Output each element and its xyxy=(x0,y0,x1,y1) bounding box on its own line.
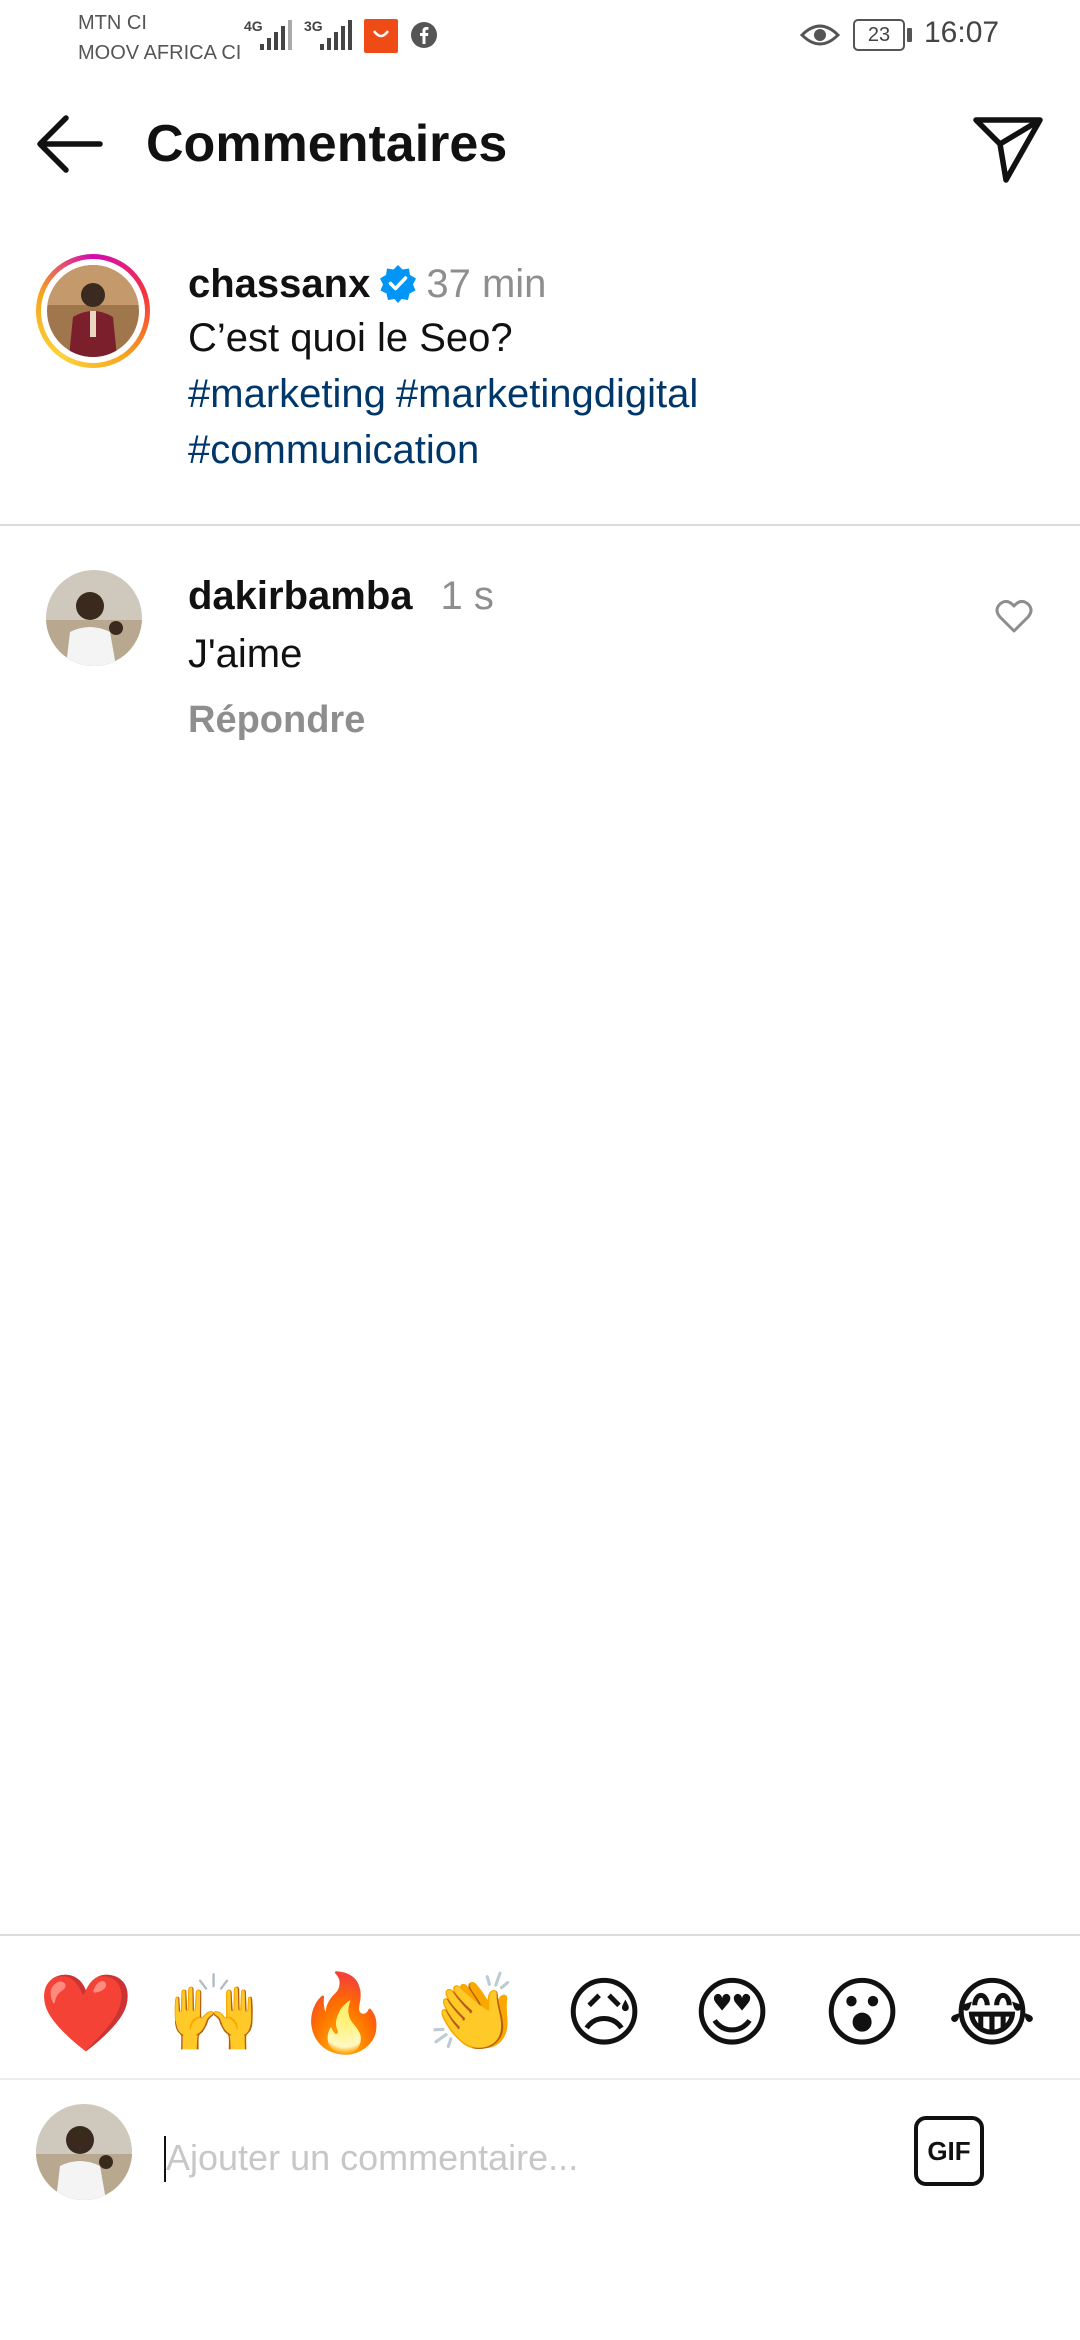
clock: 16:07 xyxy=(924,16,1000,49)
battery-level: 23 xyxy=(867,24,891,46)
comment-avatar[interactable] xyxy=(46,570,142,666)
comment-time: 1 s xyxy=(440,574,494,618)
back-button[interactable] xyxy=(30,112,110,176)
emoji-heart-eyes-button[interactable]: 😍 xyxy=(684,1966,780,2062)
aliexpress-icon xyxy=(364,19,398,53)
emoji-heart-button[interactable]: ❤️ xyxy=(38,1966,134,2062)
post-caption: chassanx 37 min C’est quoi le Seo? #mark… xyxy=(0,244,1080,524)
heart-outline-icon xyxy=(995,599,1033,633)
reply-button[interactable]: Répondre xyxy=(188,690,365,750)
paper-plane-icon xyxy=(973,117,1043,183)
hashtag-link[interactable]: #marketingdigital xyxy=(396,372,698,416)
caption-text: C’est quoi le Seo? xyxy=(188,316,513,360)
emoji-sad-button[interactable]: 😥 xyxy=(556,1966,652,2062)
emoji-surprised-button[interactable]: 😮 xyxy=(814,1966,910,2062)
comment-composer: GIF xyxy=(0,2090,1080,2220)
emoji-clapping-button[interactable]: 👏 xyxy=(426,1966,522,2062)
carrier-2: MOOV AFRICA CI xyxy=(78,42,242,64)
avatar-frame xyxy=(41,259,145,363)
gif-button[interactable]: GIF xyxy=(914,2116,984,2186)
hashtags: #marketing #marketingdigital #communicati… xyxy=(188,366,888,478)
emoji-fire-button[interactable]: 🔥 xyxy=(296,1966,392,2062)
share-button[interactable] xyxy=(970,110,1046,186)
caption-divider xyxy=(0,524,1080,526)
current-user-avatar xyxy=(36,2104,132,2200)
comment-item: dakirbamba 1 s J'aime Répondre xyxy=(0,560,1080,760)
carrier-names: MTN CI MOOV AFRICA CI xyxy=(78,8,241,68)
hashtag-link[interactable]: #marketing xyxy=(188,372,386,416)
like-button[interactable] xyxy=(994,596,1034,636)
caption-meta: chassanx 37 min xyxy=(188,260,546,309)
carrier-1: MTN CI xyxy=(78,12,147,34)
comment-input[interactable] xyxy=(166,2128,886,2188)
composer-divider xyxy=(0,2078,1080,2080)
comment-meta: dakirbamba 1 s xyxy=(188,566,494,626)
emoji-laughing-button[interactable]: 😂 xyxy=(944,1966,1040,2062)
comment-username[interactable]: dakirbamba xyxy=(188,574,413,618)
eye-icon xyxy=(800,24,840,46)
arrow-left-icon xyxy=(37,115,103,173)
header: Commentaires xyxy=(0,88,1080,198)
caption-username[interactable]: chassanx xyxy=(188,262,370,306)
facebook-icon xyxy=(411,22,437,48)
emoji-raised-hands-button[interactable]: 🙌 xyxy=(166,1966,262,2062)
verified-badge-icon xyxy=(380,265,417,304)
status-bar: MTN CI MOOV AFRICA CI 4G 3G 23 16:07 xyxy=(0,0,1080,72)
avatar xyxy=(47,265,139,357)
battery-cap xyxy=(907,28,912,42)
battery-icon: 23 xyxy=(853,19,905,51)
hashtag-link[interactable]: #communication xyxy=(188,428,479,472)
comment-text: J'aime xyxy=(188,632,303,676)
caption-time: 37 min xyxy=(426,262,547,306)
story-ring[interactable] xyxy=(36,254,150,368)
emoji-bar: ❤️ 🙌 🔥 👏 😥 😍 😮 😂 xyxy=(0,1936,1080,2078)
page-title: Commentaires xyxy=(146,115,508,173)
